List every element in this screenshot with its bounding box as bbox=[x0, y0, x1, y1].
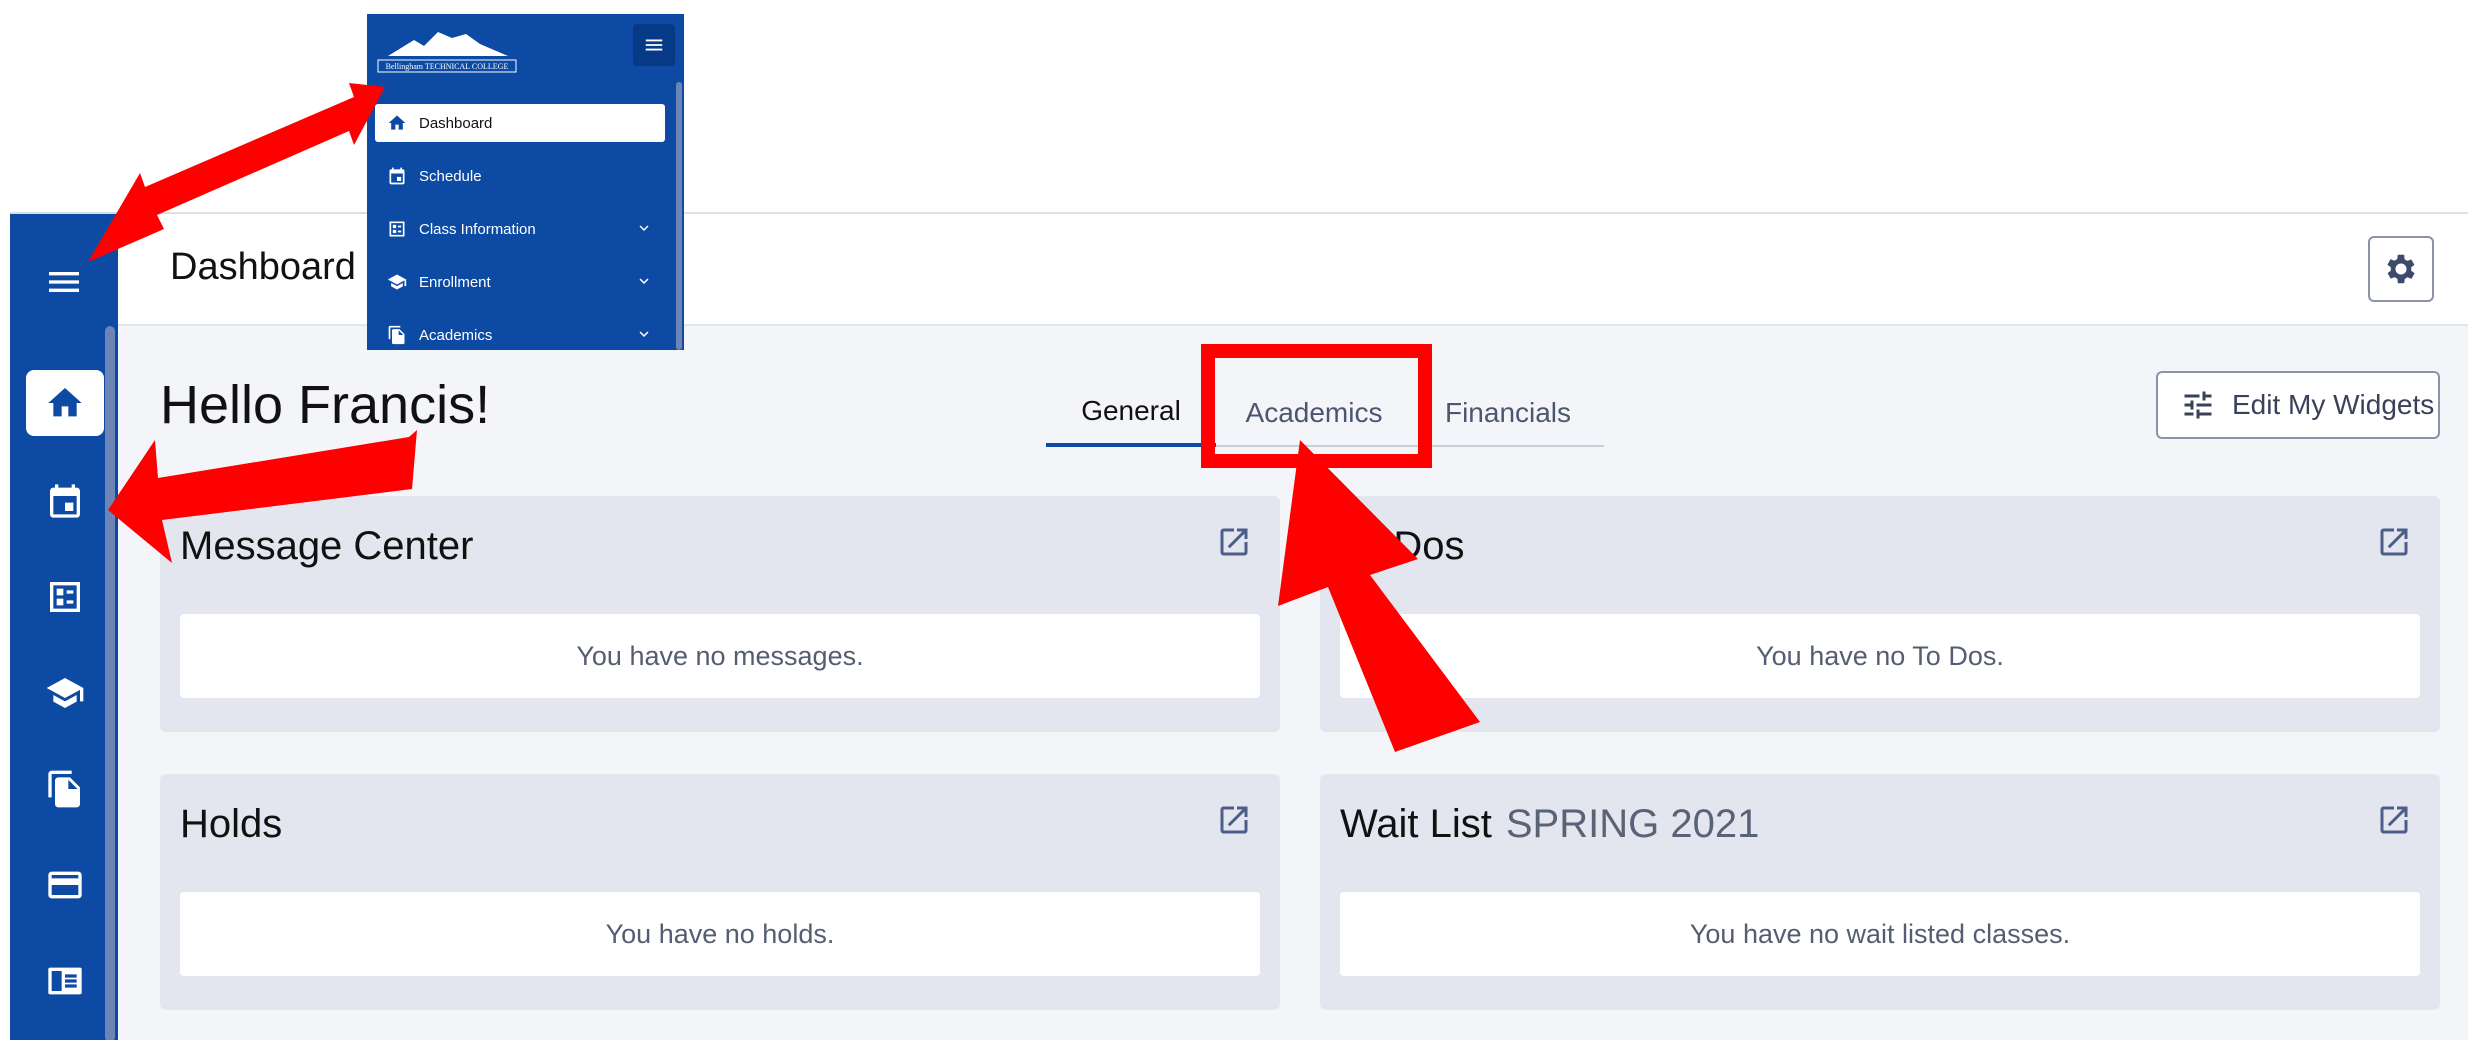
rail-item-dashboard[interactable] bbox=[26, 370, 104, 436]
rail-item-financials[interactable] bbox=[26, 852, 104, 918]
widget-message-center: Message Center You have no messages. bbox=[160, 496, 1280, 732]
term-label: SPRING 2021 bbox=[1505, 802, 1760, 846]
open-external-icon[interactable] bbox=[1216, 802, 1252, 838]
widget-title: To Dos bbox=[1340, 524, 1465, 568]
greeting-heading: Hello Francis! bbox=[160, 375, 491, 435]
open-external-icon[interactable] bbox=[2376, 802, 2412, 838]
credit-card-icon bbox=[48, 871, 82, 899]
open-external-icon[interactable] bbox=[2376, 524, 2412, 560]
widget-empty-message: You have no holds. bbox=[180, 892, 1260, 976]
inset-nav-schedule[interactable]: Schedule bbox=[375, 157, 665, 195]
widget-title: Wait List SPRING 2021 bbox=[1340, 802, 1760, 846]
class-info-icon bbox=[50, 582, 80, 612]
rail-item-schedule[interactable] bbox=[26, 468, 104, 534]
menu-icon bbox=[645, 39, 663, 51]
menu-icon bbox=[49, 272, 79, 292]
home-icon bbox=[48, 388, 82, 417]
rail-item-academics[interactable] bbox=[26, 756, 104, 822]
inset-nav-enrollment[interactable]: Enrollment bbox=[375, 263, 665, 301]
documents-icon bbox=[388, 325, 405, 345]
widget-empty-message: You have no To Dos. bbox=[1340, 614, 2420, 698]
widget-empty-message: You have no wait listed classes. bbox=[1340, 892, 2420, 976]
widget-empty-message: You have no messages. bbox=[180, 614, 1260, 698]
inset-menu-button[interactable] bbox=[633, 24, 675, 66]
tab-financials[interactable]: Financials bbox=[1412, 379, 1604, 447]
gear-icon bbox=[2387, 254, 2415, 284]
sliders-icon bbox=[2184, 391, 2212, 419]
inset-nav-label: Schedule bbox=[419, 167, 482, 185]
calendar-icon bbox=[50, 484, 80, 518]
settings-button[interactable] bbox=[2368, 236, 2434, 302]
inset-nav-label: Enrollment bbox=[419, 273, 491, 291]
dashboard-tabs: General Academics Financials bbox=[1046, 379, 1604, 447]
svg-text:Bellingham TECHNICAL COLLEGE: Bellingham TECHNICAL COLLEGE bbox=[386, 62, 509, 71]
widget-title: Message Center bbox=[180, 524, 474, 568]
chevron-down-icon bbox=[639, 225, 649, 231]
rail-item-enrollment[interactable] bbox=[26, 660, 104, 726]
calendar-icon bbox=[389, 167, 405, 185]
college-logo: Bellingham TECHNICAL COLLEGE bbox=[377, 32, 517, 73]
inset-nav-dashboard[interactable]: Dashboard bbox=[375, 104, 665, 142]
tab-general[interactable]: General bbox=[1046, 379, 1216, 447]
graduation-cap-icon bbox=[46, 678, 84, 708]
edit-widgets-label: Edit My Widgets bbox=[2232, 389, 2435, 420]
rail-item-class-information[interactable] bbox=[26, 564, 104, 630]
inset-nav-label: Academics bbox=[419, 326, 493, 344]
widget-to-dos: To Dos You have no To Dos. bbox=[1320, 496, 2440, 732]
widget-holds: Holds You have no holds. bbox=[160, 774, 1280, 1010]
edit-widgets-button[interactable]: Edit My Widgets bbox=[2156, 371, 2440, 439]
book-icon bbox=[48, 967, 82, 995]
inset-scrollbar bbox=[676, 82, 682, 350]
widget-wait-list: Wait List SPRING 2021 You have no wait li… bbox=[1320, 774, 2440, 1010]
inset-nav-academics[interactable]: Academics bbox=[375, 316, 665, 350]
menu-button[interactable] bbox=[32, 252, 96, 312]
expanded-sidebar-inset: Bellingham TECHNICAL COLLEGE Dashboard S… bbox=[367, 14, 684, 350]
rail-scrollbar[interactable] bbox=[105, 326, 115, 1040]
open-external-icon[interactable] bbox=[1216, 524, 1252, 560]
page-title: Dashboard bbox=[170, 246, 356, 288]
widget-title: Holds bbox=[180, 802, 283, 846]
home-icon bbox=[388, 115, 406, 130]
chevron-down-icon bbox=[639, 331, 649, 337]
graduation-cap-icon bbox=[387, 274, 407, 290]
inset-nav-label: Class Information bbox=[419, 220, 536, 238]
tab-academics[interactable]: Academics bbox=[1216, 379, 1412, 447]
class-info-icon bbox=[389, 221, 405, 237]
navigation-rail bbox=[10, 214, 118, 1040]
chevron-down-icon bbox=[639, 278, 649, 284]
rail-item-catalog[interactable] bbox=[26, 948, 104, 1014]
documents-icon bbox=[48, 770, 80, 808]
inset-nav-label: Dashboard bbox=[419, 114, 493, 132]
inset-nav-class-information[interactable]: Class Information bbox=[375, 210, 665, 248]
